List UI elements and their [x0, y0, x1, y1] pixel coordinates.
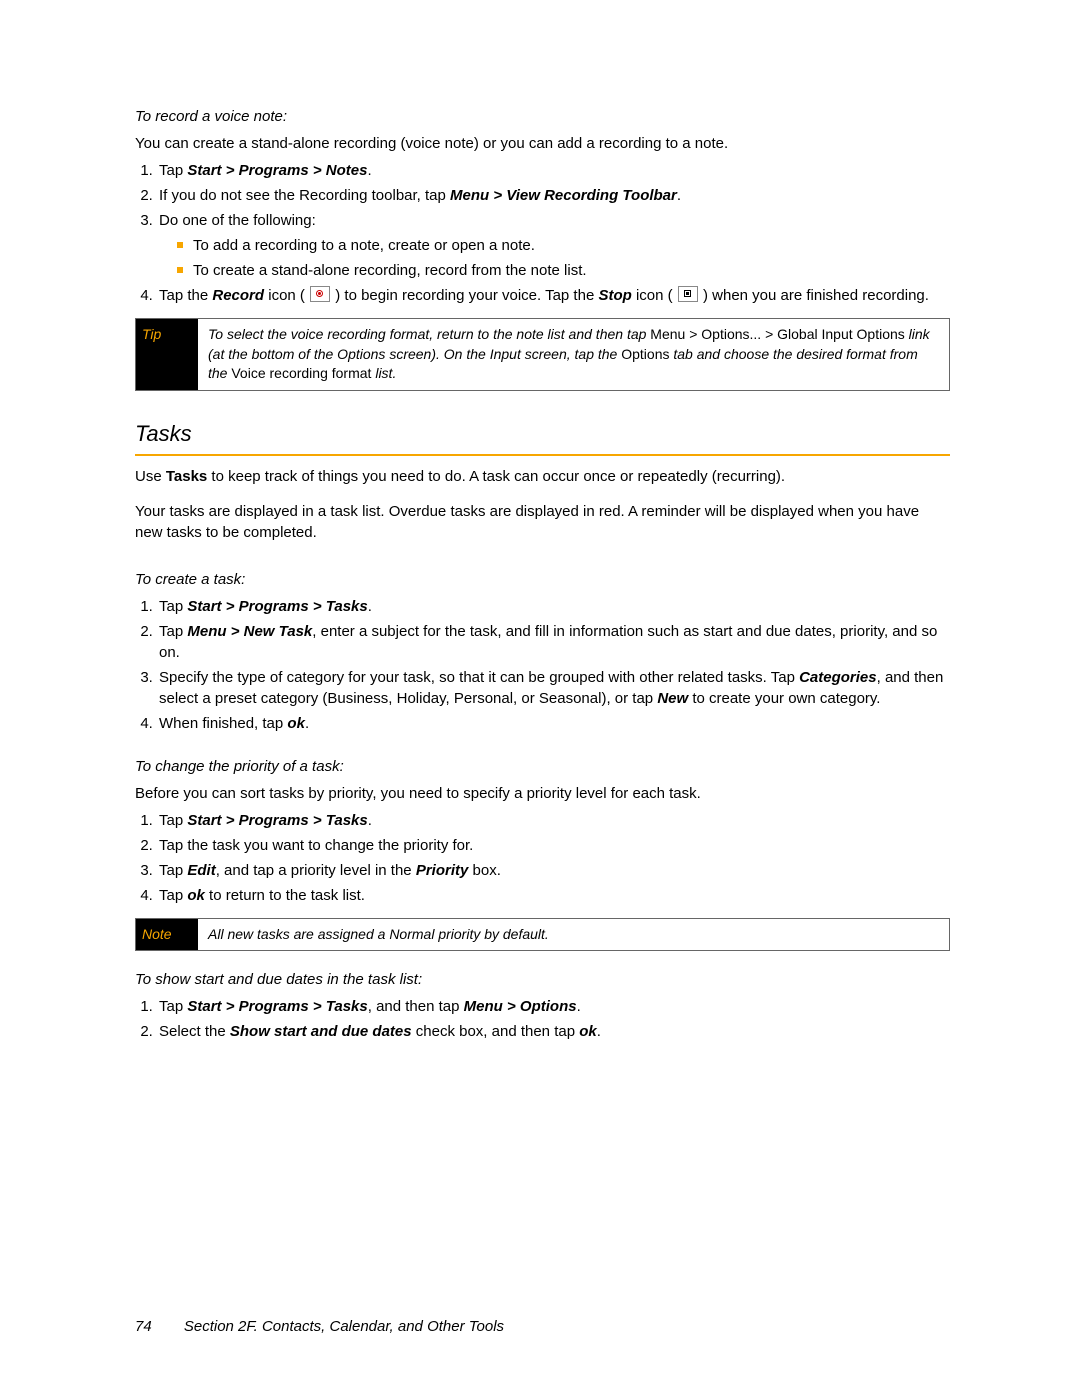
- create-step-2: Tap Menu > New Task, enter a subject for…: [157, 621, 950, 663]
- period: .: [305, 715, 309, 732]
- path-menu-new-task: Menu > New Task: [187, 623, 312, 640]
- create-heading: To create a task:: [135, 569, 950, 590]
- text: Tap: [159, 598, 187, 615]
- period: .: [577, 998, 581, 1015]
- text: Tap: [159, 162, 187, 179]
- tip-label: Tip: [136, 319, 198, 390]
- text: to return to the task list.: [205, 887, 365, 904]
- text: , and tap a priority level in the: [216, 862, 416, 879]
- page-number: 74: [135, 1318, 152, 1335]
- text: Specify the type of category for your ta…: [159, 669, 799, 686]
- categories-word: Categories: [799, 669, 877, 686]
- ok-word: ok: [579, 1023, 597, 1040]
- text: check box, and then tap: [412, 1023, 580, 1040]
- text: icon (: [264, 287, 309, 304]
- priority-step-3: Tap Edit, and tap a priority level in th…: [157, 860, 950, 881]
- path-menu-options-global: Menu > Options... > Global Input Options: [650, 326, 904, 342]
- text: Tap the: [159, 287, 212, 304]
- tasks-title: Tasks: [135, 419, 950, 450]
- text: Select the: [159, 1023, 230, 1040]
- record-icon: [310, 286, 330, 302]
- note-body: All new tasks are assigned a Normal prio…: [198, 919, 949, 951]
- note-label: Note: [136, 919, 198, 951]
- text: Tap: [159, 887, 187, 904]
- voice-heading: To record a voice note:: [135, 106, 950, 127]
- text: to create your own category.: [688, 690, 880, 707]
- voice-step-1: Tap Start > Programs > Notes.: [157, 160, 950, 181]
- voice-step-4: Tap the Record icon ( ) to begin recordi…: [157, 285, 950, 306]
- document-page: To record a voice note: You can create a…: [0, 0, 1080, 1397]
- text: Tap: [159, 812, 187, 829]
- text: Tap: [159, 998, 187, 1015]
- priority-intro: Before you can sort tasks by priority, y…: [135, 783, 950, 804]
- new-word: New: [657, 690, 688, 707]
- text: list.: [371, 365, 396, 381]
- voice-step-3a: To add a recording to a note, create or …: [177, 235, 950, 256]
- priority-step-1: Tap Start > Programs > Tasks.: [157, 810, 950, 831]
- period: .: [368, 598, 372, 615]
- text: , and then tap: [368, 998, 464, 1015]
- section-title-footer: Section 2F. Contacts, Calendar, and Othe…: [184, 1318, 504, 1335]
- show-dates-word: Show start and due dates: [230, 1023, 412, 1040]
- dates-step-1: Tap Start > Programs > Tasks, and then t…: [157, 996, 950, 1017]
- text: Tap: [159, 623, 187, 640]
- dates-heading: To show start and due dates in the task …: [135, 969, 950, 990]
- text: ) when you are finished recording.: [699, 287, 929, 304]
- voice-step-3-options: To add a recording to a note, create or …: [177, 235, 950, 281]
- text: To select the voice recording format, re…: [208, 326, 650, 342]
- section-divider: [135, 454, 950, 456]
- edit-word: Edit: [187, 862, 215, 879]
- tasks-word: Tasks: [166, 468, 207, 485]
- period: .: [597, 1023, 601, 1040]
- create-steps: Tap Start > Programs > Tasks. Tap Menu >…: [135, 596, 950, 734]
- path-start-programs-notes: Start > Programs > Notes: [187, 162, 367, 179]
- period: .: [368, 812, 372, 829]
- text: icon (: [632, 287, 677, 304]
- priority-heading: To change the priority of a task:: [135, 756, 950, 777]
- text: If you do not see the Recording toolbar,…: [159, 187, 450, 204]
- voice-intro: You can create a stand-alone recording (…: [135, 133, 950, 154]
- tip-callout: Tip To select the voice recording format…: [135, 318, 950, 391]
- create-step-3: Specify the type of category for your ta…: [157, 667, 950, 709]
- period: .: [367, 162, 371, 179]
- tasks-para-2: Your tasks are displayed in a task list.…: [135, 501, 950, 543]
- stop-icon: [678, 286, 698, 302]
- ok-word: ok: [287, 715, 305, 732]
- create-step-4: When finished, tap ok.: [157, 713, 950, 734]
- voice-steps: Tap Start > Programs > Notes. If you do …: [135, 160, 950, 306]
- ok-word: ok: [187, 887, 205, 904]
- text: Tap: [159, 862, 187, 879]
- voice-step-3: Do one of the following: To add a record…: [157, 210, 950, 281]
- text: ) to begin recording your voice. Tap the: [331, 287, 598, 304]
- path-start-programs-tasks: Start > Programs > Tasks: [187, 598, 367, 615]
- tasks-para-1: Use Tasks to keep track of things you ne…: [135, 466, 950, 487]
- path-start-programs-tasks: Start > Programs > Tasks: [187, 812, 367, 829]
- dates-steps: Tap Start > Programs > Tasks, and then t…: [135, 996, 950, 1042]
- path-menu-options: Menu > Options: [464, 998, 577, 1015]
- path-start-programs-tasks: Start > Programs > Tasks: [187, 998, 367, 1015]
- tip-body: To select the voice recording format, re…: [198, 319, 949, 390]
- text: to keep track of things you need to do. …: [207, 468, 785, 485]
- priority-step-2: Tap the task you want to change the prio…: [157, 835, 950, 856]
- priority-step-4: Tap ok to return to the task list.: [157, 885, 950, 906]
- priority-word: Priority: [416, 862, 469, 879]
- period: .: [677, 187, 681, 204]
- text: When finished, tap: [159, 715, 287, 732]
- voice-recording-format-word: Voice recording format: [231, 365, 371, 381]
- path-menu-view-recording: Menu > View Recording Toolbar: [450, 187, 677, 204]
- record-word: Record: [212, 287, 264, 304]
- options-word: Options: [621, 346, 669, 362]
- create-step-1: Tap Start > Programs > Tasks.: [157, 596, 950, 617]
- text: Do one of the following:: [159, 212, 316, 229]
- page-footer: 74 Section 2F. Contacts, Calendar, and O…: [135, 1316, 504, 1337]
- note-callout: Note All new tasks are assigned a Normal…: [135, 918, 950, 952]
- voice-step-3b: To create a stand-alone recording, recor…: [177, 260, 950, 281]
- voice-step-2: If you do not see the Recording toolbar,…: [157, 185, 950, 206]
- stop-word: Stop: [598, 287, 631, 304]
- text: box.: [468, 862, 501, 879]
- priority-steps: Tap Start > Programs > Tasks. Tap the ta…: [135, 810, 950, 906]
- text: Use: [135, 468, 166, 485]
- dates-step-2: Select the Show start and due dates chec…: [157, 1021, 950, 1042]
